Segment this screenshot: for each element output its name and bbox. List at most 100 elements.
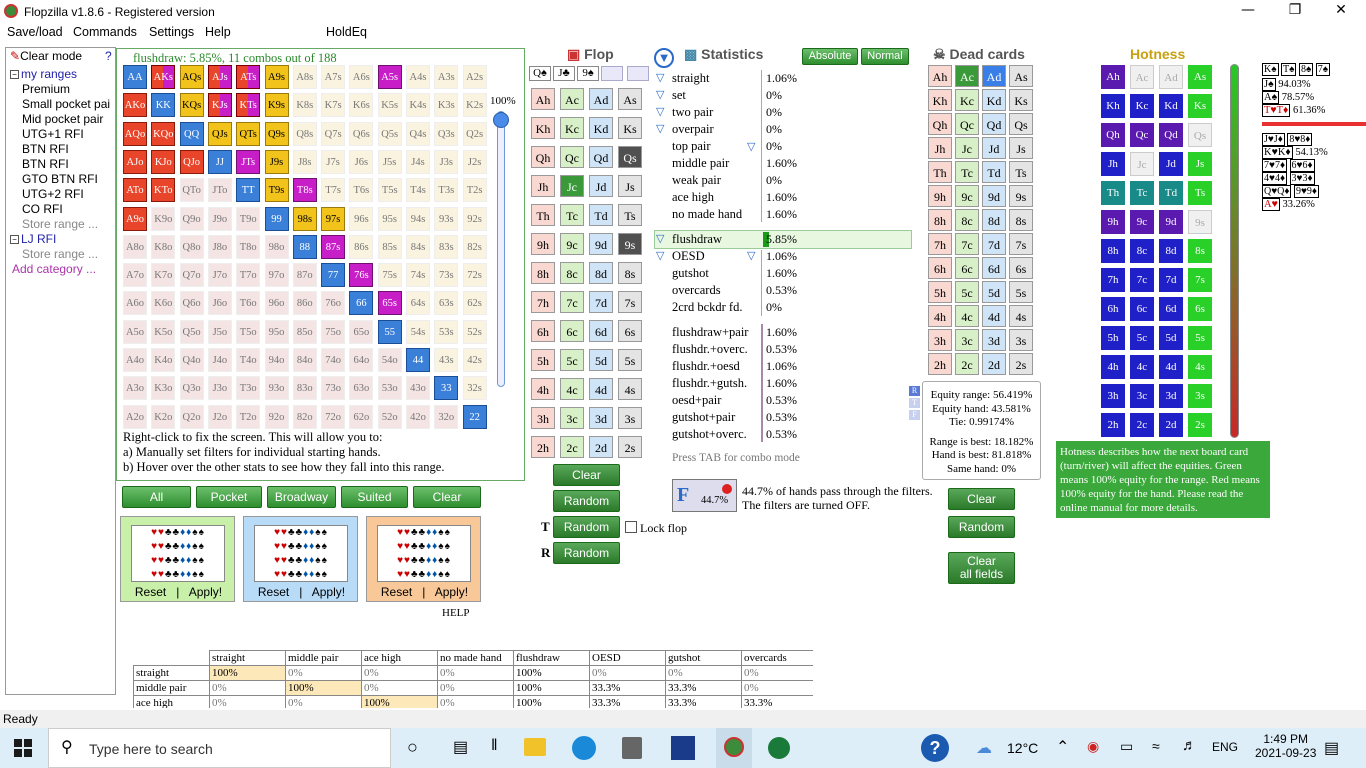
flop-card-button[interactable]: 5c bbox=[560, 349, 584, 371]
filter-icon[interactable]: ▽ bbox=[747, 251, 758, 262]
hand-cell[interactable]: KJs bbox=[207, 93, 232, 118]
dead-card-button[interactable]: 2c bbox=[955, 353, 979, 375]
hand-cell[interactable]: 76s bbox=[349, 263, 374, 288]
stat-label[interactable]: flushdr.+overc. bbox=[672, 342, 748, 357]
hand-cell[interactable]: 52o bbox=[377, 404, 402, 429]
dead-card-button[interactable]: Ah bbox=[928, 65, 952, 87]
menu-commands[interactable]: Commands bbox=[73, 25, 137, 39]
hotness-card[interactable]: As bbox=[1188, 65, 1212, 89]
store-range-link[interactable]: Store range ... bbox=[22, 247, 98, 261]
dead-card-button[interactable]: 8h bbox=[928, 209, 952, 231]
hand-cell[interactable]: 83o bbox=[292, 376, 317, 401]
stat-label[interactable]: flushdraw bbox=[672, 232, 722, 247]
flopzilla-taskbar-icon[interactable] bbox=[716, 728, 752, 768]
range-item[interactable]: GTO BTN RFI bbox=[22, 172, 98, 186]
stat-label[interactable]: OESD bbox=[672, 249, 705, 264]
category-my-ranges[interactable]: − my ranges bbox=[10, 67, 77, 81]
flop-random-button[interactable]: Random bbox=[553, 490, 620, 512]
hand-cell[interactable]: J2o bbox=[207, 404, 232, 429]
hand-cell[interactable]: 95s bbox=[377, 206, 402, 231]
hand-cell[interactable]: JJ bbox=[207, 149, 232, 174]
turn-card-slot[interactable] bbox=[601, 66, 623, 81]
flop-card-button[interactable]: 9c bbox=[560, 233, 584, 255]
flop-card-button[interactable]: Td bbox=[589, 204, 613, 226]
hand-cell[interactable]: Q8o bbox=[179, 234, 204, 259]
flop-card-button[interactable]: Kd bbox=[589, 117, 613, 139]
stat-label[interactable]: weak pair bbox=[672, 173, 721, 188]
dead-card-button[interactable]: Td bbox=[982, 161, 1006, 183]
suit-apply-button[interactable]: Apply! bbox=[312, 585, 345, 599]
filter-icon[interactable]: ▽ bbox=[747, 142, 758, 153]
flop-card-button[interactable]: Ad bbox=[589, 88, 613, 110]
hotness-card[interactable]: Qd bbox=[1159, 123, 1183, 147]
absolute-button[interactable]: Absolute bbox=[802, 48, 858, 65]
hand-cell[interactable]: 64o bbox=[349, 348, 374, 372]
dead-card-button[interactable]: 4h bbox=[928, 305, 952, 327]
hotness-card[interactable]: 6h bbox=[1101, 297, 1125, 321]
dead-card-button[interactable]: 5s bbox=[1009, 281, 1033, 303]
hotness-card[interactable]: Qc bbox=[1130, 123, 1154, 147]
menu-help[interactable]: Help bbox=[205, 25, 231, 39]
hand-cell[interactable]: 74s bbox=[406, 263, 430, 288]
hotness-card[interactable]: 2c bbox=[1130, 413, 1154, 437]
dead-random-button[interactable]: Random bbox=[948, 516, 1015, 538]
dead-card-button[interactable]: 5c bbox=[955, 281, 979, 303]
flop-card-button[interactable]: 9s bbox=[618, 233, 642, 255]
suit-reset-button[interactable]: Reset bbox=[135, 585, 166, 599]
hand-cell[interactable]: J4s bbox=[406, 149, 430, 174]
hand-cell[interactable]: J3o bbox=[207, 376, 232, 401]
stat-label[interactable]: no made hand bbox=[672, 207, 742, 222]
hand-cell[interactable]: 75o bbox=[321, 319, 346, 344]
hotness-card[interactable]: 5h bbox=[1101, 326, 1125, 350]
hand-cell[interactable]: 43o bbox=[406, 376, 430, 401]
hand-cell[interactable]: A6o bbox=[123, 291, 147, 316]
hand-cell[interactable]: K7o bbox=[151, 263, 176, 288]
hand-cell[interactable]: T6o bbox=[236, 291, 261, 316]
hand-cell[interactable]: KTo bbox=[151, 178, 176, 203]
hand-cell[interactable]: 43s bbox=[434, 348, 459, 372]
dead-card-button[interactable]: 6h bbox=[928, 257, 952, 279]
dead-card-button[interactable]: Ks bbox=[1009, 89, 1033, 111]
dead-card-button[interactable]: As bbox=[1009, 65, 1033, 87]
dead-card-button[interactable]: Jd bbox=[982, 137, 1006, 159]
filter-toggle-button[interactable]: F 44.7% bbox=[672, 479, 737, 512]
hand-cell[interactable]: T6s bbox=[349, 178, 374, 203]
hand-cell[interactable]: J7s bbox=[321, 149, 346, 174]
dead-card-button[interactable]: 6c bbox=[955, 257, 979, 279]
flop-card-button[interactable]: Ts bbox=[618, 204, 642, 226]
flop-card-button[interactable]: Th bbox=[531, 204, 555, 226]
hand-cell[interactable]: 84s bbox=[406, 234, 430, 259]
hotness-card[interactable]: 3s bbox=[1188, 384, 1212, 408]
stat-label[interactable]: flushdr.+gutsh. bbox=[672, 376, 747, 391]
hand-cell[interactable]: 98o bbox=[264, 234, 289, 259]
add-category-link[interactable]: Add category ... bbox=[12, 262, 96, 276]
hand-cell[interactable]: 87s bbox=[321, 234, 346, 259]
hand-cell[interactable]: A7s bbox=[321, 65, 346, 89]
hand-cell[interactable]: QQ bbox=[179, 121, 204, 146]
hand-cell[interactable]: J8o bbox=[207, 234, 232, 259]
hand-cell[interactable]: K9s bbox=[264, 93, 289, 118]
dead-card-button[interactable]: 9h bbox=[928, 185, 952, 207]
hotness-card[interactable]: Js bbox=[1188, 152, 1212, 176]
hand-cell[interactable]: J4o bbox=[207, 348, 232, 372]
hand-cell[interactable]: A2s bbox=[462, 65, 487, 89]
hotness-card[interactable]: 8h bbox=[1101, 239, 1125, 263]
flop-card-button[interactable]: 6d bbox=[589, 320, 613, 342]
stat-label[interactable]: oesd+pair bbox=[672, 393, 721, 408]
stat-label[interactable]: two pair bbox=[672, 105, 713, 120]
hand-cell[interactable]: A8s bbox=[292, 65, 317, 89]
hand-cell[interactable]: J3s bbox=[434, 149, 459, 174]
hand-cell[interactable]: K6o bbox=[151, 291, 176, 316]
hotness-card[interactable]: Ad bbox=[1159, 65, 1183, 89]
hand-cell[interactable]: A4o bbox=[123, 348, 147, 372]
dead-card-button[interactable]: Th bbox=[928, 161, 952, 183]
hand-cell[interactable]: 82s bbox=[462, 234, 487, 259]
chart-app-icon[interactable] bbox=[671, 736, 695, 760]
dead-card-button[interactable]: 3c bbox=[955, 329, 979, 351]
hand-cell[interactable]: A3s bbox=[434, 65, 459, 89]
notification-app-icon[interactable]: ◉ bbox=[1087, 738, 1099, 755]
suit-matrix[interactable]: ♥♥♣♣♦♦♠♠ ♥♥♣♣♦♦♠♠ ♥♥♣♣♦♦♠♠ ♥♥♣♣♦♦♠♠ bbox=[377, 525, 471, 582]
hand-cell[interactable]: KQo bbox=[151, 121, 176, 146]
flop-card-button[interactable]: 6h bbox=[531, 320, 555, 342]
hand-cell[interactable]: 53o bbox=[377, 376, 402, 401]
